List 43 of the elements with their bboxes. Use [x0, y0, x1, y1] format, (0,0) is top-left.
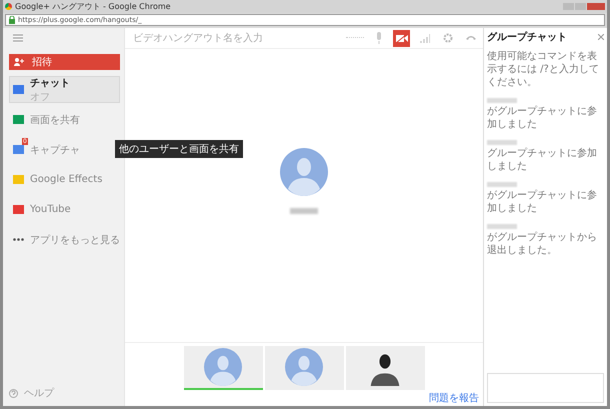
chat-message: がグループチャットに参加しました	[487, 189, 598, 215]
sidebar-item[interactable]: アプリをもっと見る	[9, 226, 120, 253]
blurred-name	[487, 98, 517, 103]
chat-message: 使用可能なコマンドを表示するには /?と入力してください。	[487, 50, 600, 89]
close-icon[interactable]	[598, 34, 604, 40]
minimize-button[interactable]	[563, 3, 574, 10]
chat-message: がグループチャットから退出しました。	[487, 231, 598, 257]
blurred-name	[290, 208, 318, 214]
help-icon	[9, 388, 18, 398]
close-button[interactable]	[587, 3, 605, 10]
dots-icon	[13, 235, 24, 244]
participant-thumbnail[interactable]	[346, 346, 424, 390]
sidebar-item[interactable]: 画面を共有	[9, 106, 120, 133]
sidebar-item[interactable]: Google Effects	[9, 166, 120, 193]
chat-input-field[interactable]	[487, 373, 604, 403]
avatar-silhouette-icon	[280, 148, 328, 196]
chat-title: グループチャット	[487, 30, 567, 44]
participant-thumbnail[interactable]	[264, 346, 344, 390]
app-icon	[13, 145, 24, 154]
sidebar-item[interactable]: YouTube	[9, 196, 120, 223]
blurred-name	[487, 182, 517, 187]
chat-message: がグループチャットに参加しました	[487, 105, 598, 131]
chat-message: グループチャットに参加しました	[487, 147, 598, 173]
blurred-name	[487, 140, 517, 145]
app-icon	[13, 115, 24, 124]
app-icon	[13, 205, 24, 214]
browser-icon	[5, 3, 12, 10]
camera-icon[interactable]	[393, 30, 410, 46]
lock-icon	[9, 16, 15, 24]
participant-thumbnail[interactable]	[184, 346, 262, 390]
menu-icon[interactable]	[13, 34, 23, 42]
blurred-text	[346, 36, 364, 40]
report-link[interactable]: 問題を報告	[429, 391, 479, 405]
sidebar-item[interactable]: チャット オフ	[9, 76, 120, 103]
app-icon	[13, 175, 24, 184]
tooltip: 他のユーザーと画面を共有	[115, 140, 243, 158]
invite-button[interactable]: 招待	[9, 54, 120, 70]
app-icon	[13, 85, 24, 94]
blurred-name	[487, 224, 517, 229]
maximize-button[interactable]	[575, 3, 586, 10]
add-person-icon	[14, 58, 24, 66]
help-link[interactable]: ヘルプ	[9, 386, 120, 400]
window-title: Google+ ハングアウト - Google Chrome	[15, 1, 172, 12]
